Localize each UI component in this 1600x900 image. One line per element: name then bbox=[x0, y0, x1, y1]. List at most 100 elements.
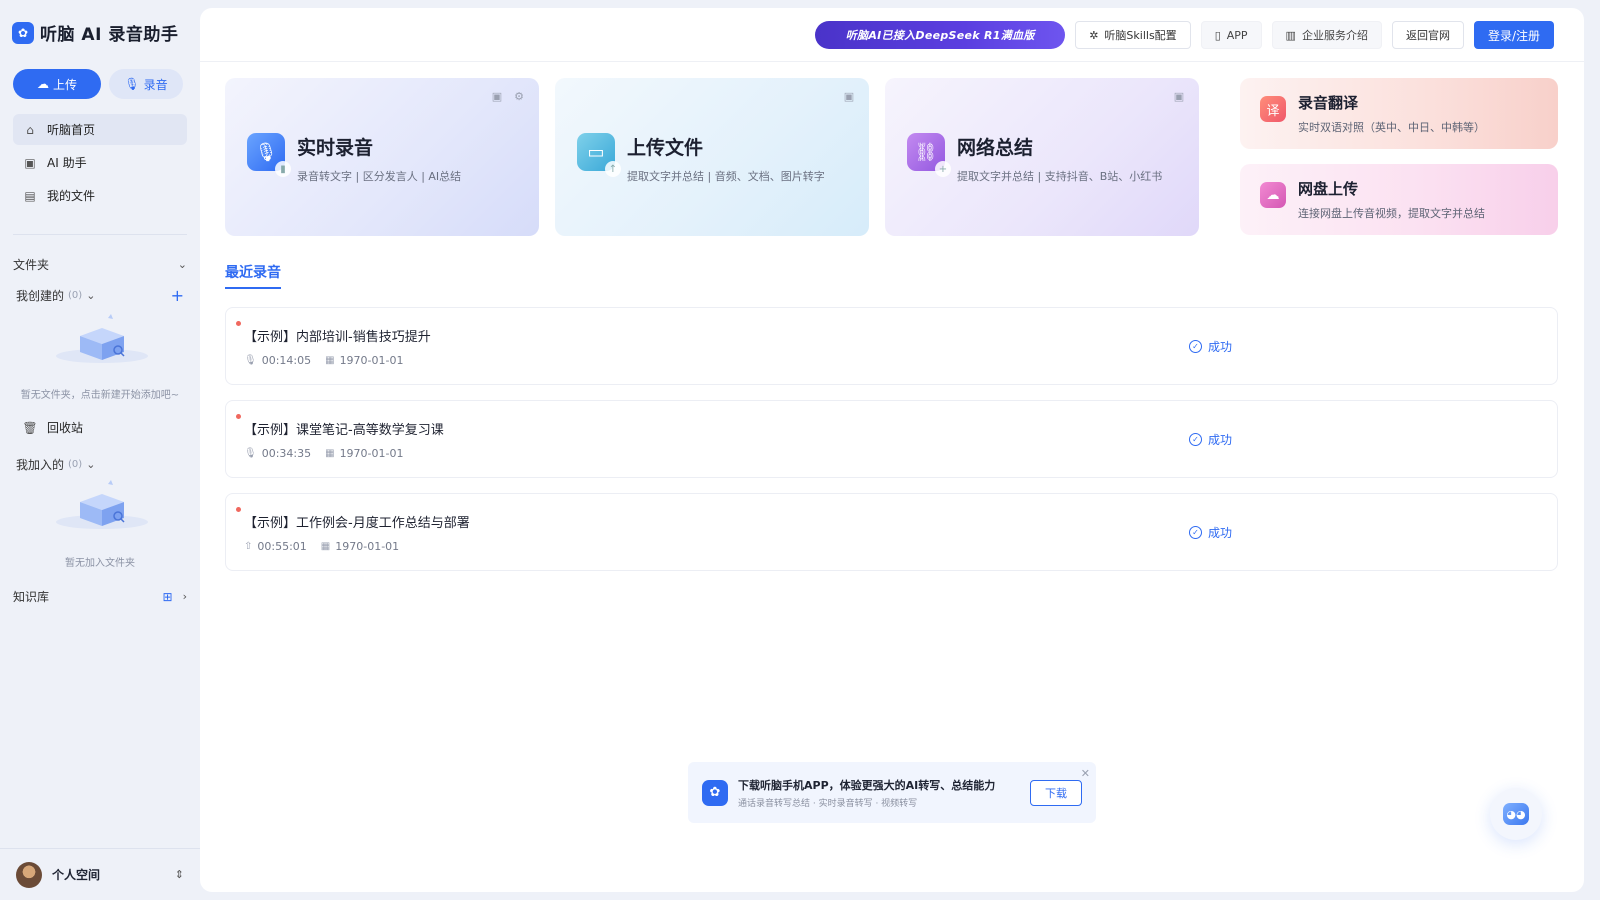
card-title: 实时录音 bbox=[297, 137, 374, 159]
sidebar-item-home[interactable]: ⌂ 听脑首页 bbox=[13, 114, 187, 145]
calendar-icon: ▦ bbox=[325, 448, 335, 459]
card-desc: 提取文字并总结 | 支持抖音、B站、小红书 bbox=[957, 170, 1163, 183]
home-icon: ⌂ bbox=[26, 122, 34, 137]
recording-duration: 00:55:01 bbox=[257, 540, 307, 553]
chevron-down-icon[interactable]: ⌄ bbox=[86, 289, 95, 302]
brain-logo-icon: ✿ bbox=[702, 779, 728, 806]
recording-meta: 🎙 00:14:05 ▦ 1970-01-01 bbox=[244, 354, 404, 367]
back-to-site-label: 返回官网 bbox=[1405, 29, 1450, 42]
gear-icon[interactable]: ⚙ bbox=[511, 88, 527, 104]
microphone-icon: 🎙 ▮ bbox=[247, 133, 291, 177]
ai-assistant-float-button[interactable]: ◕◕ bbox=[1490, 788, 1542, 840]
sidebar-nav: ⌂ 听脑首页 ▣ AI 助手 ▤ 我的文件 bbox=[13, 114, 187, 213]
brain-logo-icon: ✿ bbox=[12, 21, 34, 44]
unread-dot bbox=[236, 321, 241, 326]
close-icon[interactable]: ✕ bbox=[1081, 767, 1090, 780]
folders-header[interactable]: 文件夹 ⌄ bbox=[13, 256, 187, 273]
list-item[interactable]: 【示例】课堂笔记-高等数学复习课 🎙 00:34:35 ▦ 1970-01-01 ✓… bbox=[225, 400, 1558, 478]
empty-folder-illustration bbox=[56, 314, 148, 363]
main-panel: 听脑AI已接入DeepSeek R1满血版 ✲ 听脑Skills配置 ▯ APP… bbox=[200, 8, 1584, 892]
recent-recordings-tab[interactable]: 最近录音 bbox=[225, 262, 281, 289]
joined-folders-count: (0) bbox=[68, 459, 83, 470]
status-text: 成功 bbox=[1208, 340, 1233, 354]
list-item[interactable]: 【示例】内部培训-销售技巧提升 🎙 00:14:05 ▦ 1970-01-01 ✓ … bbox=[225, 307, 1558, 385]
recording-translate-card[interactable]: 译 录音翻译 实时双语对照（英中、中日、中韩等） bbox=[1240, 78, 1558, 149]
download-button[interactable]: 下载 bbox=[1030, 779, 1082, 806]
save-icon[interactable]: ▣ bbox=[1171, 88, 1187, 104]
mini-card-title: 网盘上传 bbox=[1298, 180, 1359, 198]
add-folder-icon[interactable]: + bbox=[171, 287, 184, 304]
status-badge: ✓ 成功 bbox=[1189, 524, 1232, 541]
folders-label: 文件夹 bbox=[13, 258, 50, 272]
card-desc: 提取文字并总结 | 音频、文档、图片转字 bbox=[627, 170, 825, 183]
empty-joined-illustration bbox=[56, 480, 148, 529]
joined-empty-text: 暂无加入文件夹 bbox=[65, 558, 135, 569]
user-space[interactable]: 个人空间 ⇕ bbox=[0, 848, 200, 900]
cloud-drive-upload-card[interactable]: ☁ 网盘上传 连接网盘上传音视频，提取文字并总结 bbox=[1240, 164, 1558, 235]
status-badge: ✓ 成功 bbox=[1189, 338, 1232, 355]
avatar bbox=[16, 861, 42, 888]
microphone-icon: 🎙 bbox=[244, 355, 257, 366]
recording-date: 1970-01-01 bbox=[335, 540, 400, 553]
record-button[interactable]: 🎙 录音 bbox=[109, 69, 183, 99]
card-desc: 录音转文字 | 区分发言人 | AI总结 bbox=[297, 170, 462, 183]
sidebar-item-label: 听脑首页 bbox=[47, 123, 96, 137]
unread-dot bbox=[236, 507, 241, 512]
divider bbox=[13, 234, 187, 235]
chevron-down-icon[interactable]: ⌄ bbox=[86, 458, 95, 471]
calendar-icon: ▦ bbox=[320, 541, 331, 552]
recording-meta: 🎙 00:34:35 ▦ 1970-01-01 bbox=[244, 447, 404, 460]
status-text: 成功 bbox=[1208, 526, 1233, 540]
recording-duration: 00:14:05 bbox=[261, 354, 312, 367]
top-actions: 听脑AI已接入DeepSeek R1满血版 ✲ 听脑Skills配置 ▯ APP… bbox=[815, 21, 1554, 49]
sidebar-item-my-files[interactable]: ▤ 我的文件 bbox=[13, 180, 187, 211]
back-to-site-button[interactable]: 返回官网 bbox=[1391, 21, 1464, 49]
upload-icon: ⇧ bbox=[244, 541, 253, 552]
cloud-upload-icon: ☁ bbox=[36, 77, 49, 91]
sidebar-item-ai-assistant[interactable]: ▣ AI 助手 bbox=[13, 147, 187, 178]
unread-dot bbox=[236, 414, 241, 419]
sidebar-item-trash[interactable]: 🗑 回收站 bbox=[17, 412, 177, 443]
skills-icon: ✲ bbox=[1089, 28, 1099, 42]
realtime-recording-card[interactable]: ▣ ⚙ 🎙 ▮ 实时录音 录音转文字 | 区分发言人 | AI总结 bbox=[225, 78, 539, 236]
sidebar-item-label: 我的文件 bbox=[47, 189, 96, 203]
knowledge-base-header[interactable]: 知识库 ⊞ › bbox=[13, 588, 187, 605]
app-logo[interactable]: ✿ 听脑 AI 录音助手 bbox=[12, 20, 178, 45]
chevron-right-icon: › bbox=[182, 590, 187, 603]
app-title: 听脑 AI 录音助手 bbox=[40, 25, 179, 45]
recent-recordings-list: 【示例】内部培训-销售技巧提升 🎙 00:14:05 ▦ 1970-01-01 ✓ … bbox=[225, 307, 1558, 586]
banner-text: 下载听脑手机APP，体验更强大的AI转写、总结能力 通话录音转写总结 · 实时录… bbox=[738, 777, 1020, 809]
deepseek-promo-banner[interactable]: 听脑AI已接入DeepSeek R1满血版 bbox=[815, 21, 1066, 49]
primary-actions: ☁ 上传 🎙 录音 bbox=[13, 69, 183, 99]
recording-title: 【示例】课堂笔记-高等数学复习课 bbox=[244, 423, 444, 438]
mini-card-title: 录音翻译 bbox=[1298, 94, 1359, 112]
skills-config-button[interactable]: ✲ 听脑Skills配置 bbox=[1075, 21, 1191, 49]
microphone-icon: 🎙 bbox=[244, 448, 257, 459]
expand-toggle-icon: ⇕ bbox=[174, 868, 184, 881]
joined-folders-header: 我加入的 (0) ⌄ bbox=[16, 456, 184, 473]
add-knowledge-base-icon[interactable]: ⊞ bbox=[163, 590, 173, 604]
banner-subtitle: 通话录音转写总结 · 实时录音转写 · 视频转写 bbox=[738, 798, 918, 809]
created-folders-header: 我创建的 (0) ⌄ + bbox=[16, 287, 184, 304]
banner-title: 下载听脑手机APP，体验更强大的AI转写、总结能力 bbox=[738, 778, 996, 792]
check-circle-icon: ✓ bbox=[1189, 340, 1202, 353]
upload-button[interactable]: ☁ 上传 bbox=[13, 69, 101, 99]
save-icon[interactable]: ▣ bbox=[841, 88, 857, 104]
upload-file-card[interactable]: ▣ ▭ ↑ 上传文件 提取文字并总结 | 音频、文档、图片转字 bbox=[555, 78, 869, 236]
enterprise-button-label: 企业服务介绍 bbox=[1301, 29, 1368, 42]
knowledge-base-label: 知识库 bbox=[13, 590, 50, 604]
save-icon[interactable]: ▣ bbox=[489, 88, 505, 104]
skills-config-label: 听脑Skills配置 bbox=[1104, 29, 1177, 42]
recording-duration: 00:34:35 bbox=[261, 447, 312, 460]
list-item[interactable]: 【示例】工作例会-月度工作总结与部署 ⇧ 00:55:01 ▦ 1970-01-01… bbox=[225, 493, 1558, 571]
trash-icon: 🗑 bbox=[22, 420, 38, 435]
check-circle-icon: ✓ bbox=[1189, 433, 1202, 446]
created-empty-text: 暂无文件夹，点击新建开始添加吧~ bbox=[20, 390, 180, 401]
web-summary-card[interactable]: ▣ ⛓ + 网络总结 提取文字并总结 | 支持抖音、B站、小红书 bbox=[885, 78, 1199, 236]
app-button[interactable]: ▯ APP bbox=[1200, 21, 1262, 49]
enterprise-button[interactable]: ▥ 企业服务介绍 bbox=[1271, 21, 1382, 49]
mini-card-desc: 实时双语对照（英中、中日、中韩等） bbox=[1298, 121, 1485, 134]
login-register-button[interactable]: 登录/注册 bbox=[1473, 21, 1554, 49]
app-button-label: APP bbox=[1226, 28, 1248, 42]
link-icon: ⛓ + bbox=[907, 133, 951, 177]
